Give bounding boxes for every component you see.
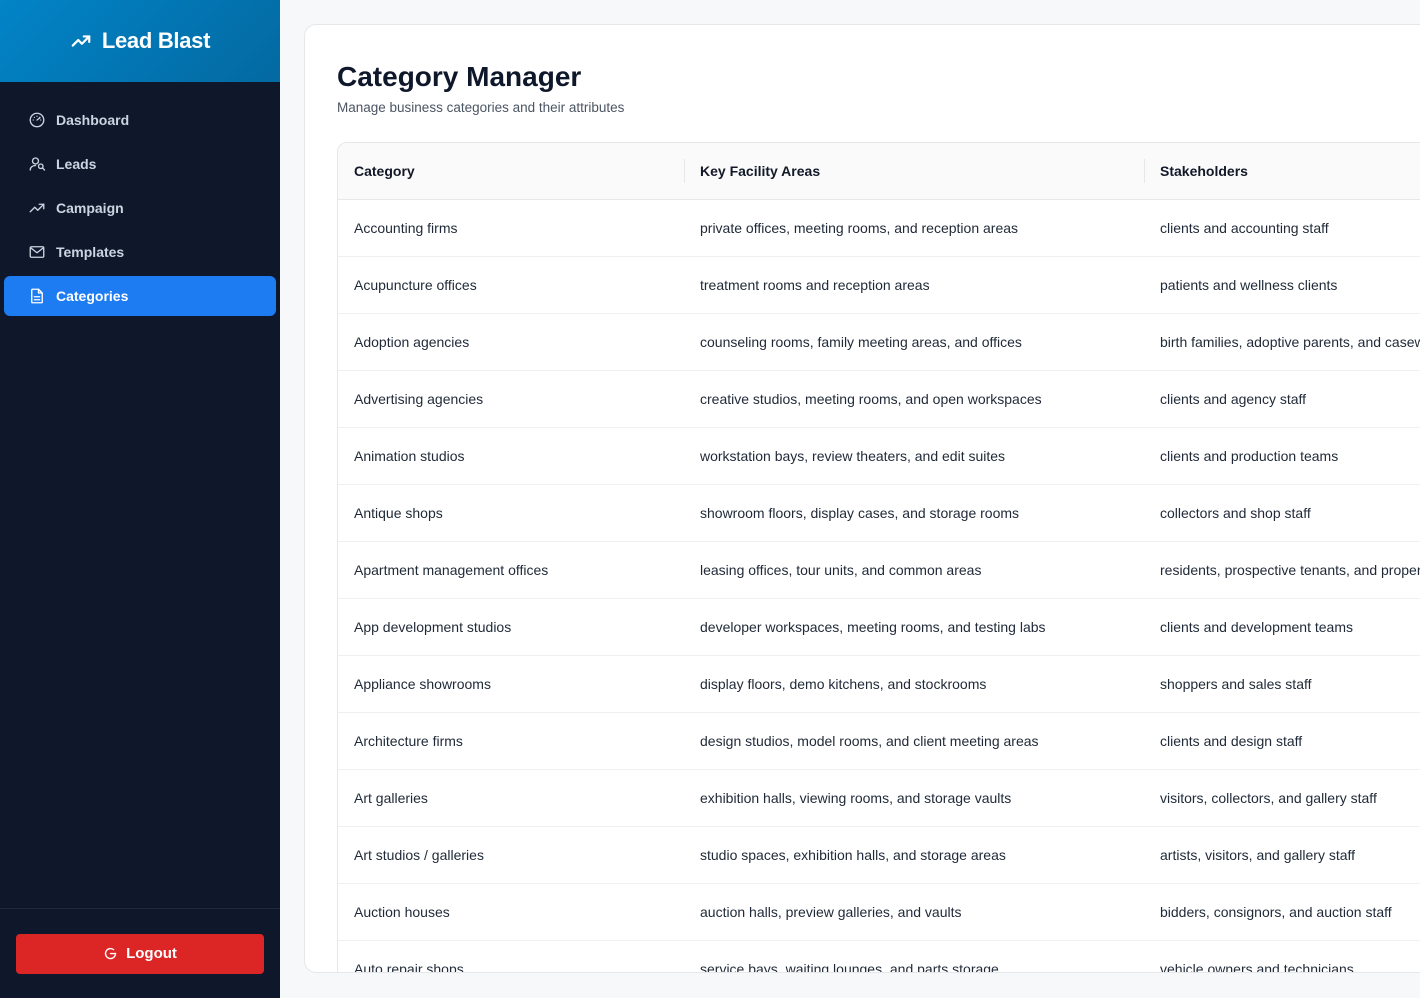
column-header-category[interactable]: Category <box>338 143 684 200</box>
category-cell: Antique shops <box>338 484 684 542</box>
facility-areas-cell: exhibition halls, viewing rooms, and sto… <box>684 769 1144 827</box>
sidebar-item-label: Dashboard <box>56 112 130 128</box>
stakeholders-cell: visitors, collectors, and gallery staff <box>1144 769 1420 827</box>
facility-areas-cell: leasing offices, tour units, and common … <box>684 541 1144 599</box>
facility-areas-cell: auction halls, preview galleries, and va… <box>684 883 1144 941</box>
facility-areas-cell: design studios, model rooms, and client … <box>684 712 1144 770</box>
stakeholders-cell: vehicle owners and technicians <box>1144 940 1420 972</box>
stakeholders-cell: clients and accounting staff <box>1144 199 1420 257</box>
logout-button[interactable]: Logout <box>16 933 264 974</box>
facility-areas-cell: display floors, demo kitchens, and stock… <box>684 655 1144 713</box>
page-title: Category Manager <box>337 61 582 92</box>
brand-header[interactable]: Lead Blast <box>0 0 280 82</box>
category-cell: Architecture firms <box>338 712 684 770</box>
page-subtitle: Manage business categories and their att… <box>337 100 625 115</box>
categories-table-container[interactable]: Category Key Facility Areas Stakeholders… <box>337 142 1420 972</box>
sidebar-nav: Dashboard Leads Campaign Templates Categ… <box>0 82 280 908</box>
stakeholders-cell: clients and production teams <box>1144 427 1420 485</box>
stakeholders-cell: birth families, adoptive parents, and ca… <box>1144 313 1420 371</box>
category-cell: Appliance showrooms <box>338 655 684 713</box>
logout-icon <box>104 947 117 960</box>
column-header-stakeholders[interactable]: Stakeholders <box>1144 143 1420 200</box>
brand-name: Lead Blast <box>101 28 211 53</box>
facility-areas-cell: developer workspaces, meeting rooms, and… <box>684 598 1144 656</box>
facility-areas-cell: showroom floors, display cases, and stor… <box>684 484 1144 542</box>
facility-areas-cell: counseling rooms, family meeting areas, … <box>684 313 1144 371</box>
sidebar-item-categories[interactable]: Categories <box>4 276 276 316</box>
category-cell: Apartment management offices <box>338 541 684 599</box>
sidebar-item-label: Leads <box>56 156 97 172</box>
category-cell: Adoption agencies <box>338 313 684 371</box>
facility-areas-cell: workstation bays, review theaters, and e… <box>684 427 1144 485</box>
table-row[interactable]: Auto repair shops service bays, waiting … <box>338 940 1420 972</box>
stakeholders-cell: patients and wellness clients <box>1144 256 1420 314</box>
users-icon <box>29 157 46 171</box>
table-row[interactable]: Apartment management offices leasing off… <box>338 541 1420 599</box>
table-row[interactable]: Advertising agencies creative studios, m… <box>338 370 1420 428</box>
gauge-icon <box>29 112 45 128</box>
sidebar-item-leads[interactable]: Leads <box>4 144 276 184</box>
table-row[interactable]: App development studios developer worksp… <box>338 598 1420 656</box>
sidebar: Lead Blast Dashboard Leads Campaign Temp… <box>0 0 280 998</box>
category-cell: App development studios <box>338 598 684 656</box>
facility-areas-cell: creative studios, meeting rooms, and ope… <box>684 370 1144 428</box>
trending-up-icon <box>71 35 91 47</box>
category-cell: Advertising agencies <box>338 370 684 428</box>
sidebar-footer: Logout <box>0 908 280 998</box>
logout-label: Logout <box>126 945 177 962</box>
table-row[interactable]: Auction houses auction halls, preview ga… <box>338 883 1420 941</box>
category-cell: Acupuncture offices <box>338 256 684 314</box>
table-row[interactable]: Appliance showrooms display floors, demo… <box>338 655 1420 713</box>
sidebar-item-campaign[interactable]: Campaign <box>4 188 276 228</box>
category-cell: Art studios / galleries <box>338 826 684 884</box>
stakeholders-cell: bidders, consignors, and auction staff <box>1144 883 1420 941</box>
stakeholders-cell: shoppers and sales staff <box>1144 655 1420 713</box>
column-header-key-facility-areas[interactable]: Key Facility Areas <box>684 143 1144 200</box>
category-cell: Auction houses <box>338 883 684 941</box>
category-cell: Auto repair shops <box>338 940 684 972</box>
table-row[interactable]: Animation studios workstation bays, revi… <box>338 427 1420 485</box>
stakeholders-cell: artists, visitors, and gallery staff <box>1144 826 1420 884</box>
stakeholders-cell: clients and agency staff <box>1144 370 1420 428</box>
table-row[interactable]: Adoption agencies counseling rooms, fami… <box>338 313 1420 371</box>
file-text-icon <box>31 288 43 304</box>
table-row[interactable]: Art galleries exhibition halls, viewing … <box>338 769 1420 827</box>
category-cell: Animation studios <box>338 427 684 485</box>
main-content: Category Manager Manage business categor… <box>304 24 1420 973</box>
category-cell: Accounting firms <box>338 199 684 257</box>
facility-areas-cell: private offices, meeting rooms, and rece… <box>684 199 1144 257</box>
category-cell: Art galleries <box>338 769 684 827</box>
facility-areas-cell: treatment rooms and reception areas <box>684 256 1144 314</box>
table-row[interactable]: Acupuncture offices treatment rooms and … <box>338 256 1420 314</box>
sidebar-item-templates[interactable]: Templates <box>4 232 276 272</box>
stakeholders-cell: clients and development teams <box>1144 598 1420 656</box>
trending-up-icon <box>29 203 45 213</box>
table-header-row: Category Key Facility Areas Stakeholders <box>338 143 1420 200</box>
stakeholders-cell: residents, prospective tenants, and prop… <box>1144 541 1420 599</box>
table-row[interactable]: Accounting firms private offices, meetin… <box>338 199 1420 257</box>
table-row[interactable]: Art studios / galleries studio spaces, e… <box>338 826 1420 884</box>
sidebar-item-label: Categories <box>56 288 129 304</box>
mail-icon <box>29 246 45 258</box>
sidebar-item-label: Campaign <box>56 200 124 216</box>
stakeholders-cell: clients and design staff <box>1144 712 1420 770</box>
table-row[interactable]: Architecture firms design studios, model… <box>338 712 1420 770</box>
categories-table: Category Key Facility Areas Stakeholders… <box>338 143 1420 972</box>
sidebar-item-label: Templates <box>56 244 125 260</box>
sidebar-item-dashboard[interactable]: Dashboard <box>4 100 276 140</box>
table-row[interactable]: Antique shops showroom floors, display c… <box>338 484 1420 542</box>
facility-areas-cell: studio spaces, exhibition halls, and sto… <box>684 826 1144 884</box>
facility-areas-cell: service bays, waiting lounges, and parts… <box>684 940 1144 972</box>
table-body: Accounting firms private offices, meetin… <box>338 199 1420 972</box>
stakeholders-cell: collectors and shop staff <box>1144 484 1420 542</box>
